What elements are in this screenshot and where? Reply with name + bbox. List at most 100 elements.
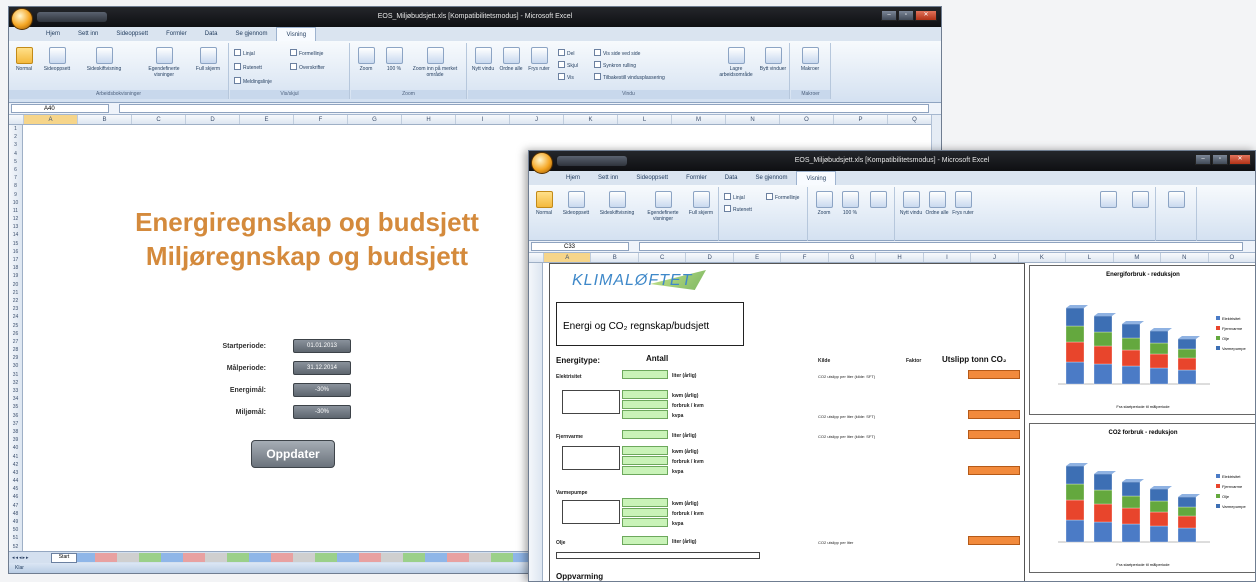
row-header[interactable]: 22: [9, 297, 22, 305]
row-header[interactable]: [529, 460, 542, 468]
input-cell[interactable]: [622, 518, 668, 527]
tab-sett-inn[interactable]: Sett inn: [69, 27, 107, 41]
row-header[interactable]: [529, 271, 542, 279]
column-header[interactable]: J: [970, 253, 1017, 262]
row-header[interactable]: 41: [9, 453, 22, 461]
column-header[interactable]: B: [590, 253, 637, 262]
row-header[interactable]: 33: [9, 387, 22, 395]
custom-views-button[interactable]: Egendefinerte visninger: [641, 191, 685, 222]
row-header[interactable]: 16: [9, 248, 22, 256]
row-header[interactable]: [529, 329, 542, 337]
row-header[interactable]: 18: [9, 264, 22, 272]
ruler-checkbox[interactable]: Linjal: [724, 193, 745, 201]
new-window-button[interactable]: Nytt vindu: [898, 191, 924, 216]
excel-window-budget[interactable]: EOS_Miljøbudsjett.xls [Kompatibilitetsmo…: [528, 150, 1256, 582]
row-header[interactable]: [529, 312, 542, 320]
row-header[interactable]: 52: [9, 543, 22, 551]
tab-hjem[interactable]: Hjem: [557, 171, 589, 185]
tab-se-gjennom[interactable]: Se gjennom: [746, 171, 796, 185]
column-header[interactable]: L: [617, 115, 671, 124]
new-window-button[interactable]: Nytt vindu: [470, 47, 496, 72]
input-cell[interactable]: [622, 498, 668, 507]
save-workspace-button[interactable]: Lagre arbeidsområde: [716, 47, 756, 78]
tab-se-gjennom[interactable]: Se gjennom: [226, 27, 276, 41]
minimize-icon[interactable]: –: [1195, 154, 1211, 165]
zoom-button[interactable]: Zoom: [811, 191, 837, 216]
row-header[interactable]: 38: [9, 428, 22, 436]
row-header[interactable]: [529, 435, 542, 443]
column-header[interactable]: N: [725, 115, 779, 124]
row-header[interactable]: [529, 304, 542, 312]
message-bar-checkbox[interactable]: Meldingslinje: [234, 77, 272, 85]
side-by-side-button[interactable]: Vis side ved side: [594, 49, 640, 57]
row-header[interactable]: [529, 353, 542, 361]
name-box[interactable]: A40: [11, 104, 109, 113]
freeze-panes-button[interactable]: Frys ruter: [526, 47, 552, 72]
input-cell[interactable]: [622, 466, 668, 475]
input-cell[interactable]: [622, 400, 668, 409]
formula-bar-checkbox[interactable]: Formellinje: [290, 49, 323, 57]
custom-views-button[interactable]: Egendefinerte visninger: [139, 47, 189, 78]
row-header[interactable]: 5: [9, 158, 22, 166]
column-header[interactable]: G: [827, 253, 875, 262]
row-header[interactable]: [529, 550, 542, 558]
input-cell[interactable]: [622, 410, 668, 419]
sync-scroll-button[interactable]: Synkron rulling: [594, 61, 636, 69]
row-header[interactable]: 34: [9, 395, 22, 403]
row-header[interactable]: 3: [9, 141, 22, 149]
row-header[interactable]: [529, 443, 542, 451]
column-header[interactable]: M: [1112, 253, 1160, 262]
tab-hjem[interactable]: Hjem: [37, 27, 69, 41]
row-header[interactable]: 1: [9, 125, 22, 133]
input-cell[interactable]: [622, 446, 668, 455]
row-header[interactable]: [529, 558, 542, 566]
row-header[interactable]: 23: [9, 305, 22, 313]
switch-windows-button[interactable]: Bytt vinduer: [758, 47, 788, 72]
row-header[interactable]: 44: [9, 477, 22, 485]
column-header[interactable]: E: [239, 115, 293, 124]
zoom-button[interactable]: Zoom: [353, 47, 379, 72]
row-header[interactable]: [529, 345, 542, 353]
gridlines-checkbox[interactable]: Rutenett: [234, 63, 262, 71]
hide-button[interactable]: Skjul: [558, 61, 578, 69]
row-header[interactable]: 51: [9, 534, 22, 542]
row-header[interactable]: [529, 394, 542, 402]
row-header[interactable]: [529, 500, 542, 508]
input-cell[interactable]: [622, 390, 668, 399]
column-header[interactable]: D: [185, 115, 239, 124]
save-workspace-button[interactable]: [1092, 191, 1124, 210]
row-header[interactable]: 26: [9, 330, 22, 338]
column-header[interactable]: I: [455, 115, 509, 124]
name-box[interactable]: C33: [531, 242, 629, 251]
row-header[interactable]: [529, 476, 542, 484]
row-header[interactable]: 12: [9, 215, 22, 223]
split-button[interactable]: Del: [558, 49, 575, 57]
row-header[interactable]: 2: [9, 133, 22, 141]
row-header[interactable]: 7: [9, 174, 22, 182]
row-header[interactable]: 50: [9, 526, 22, 534]
formula-input[interactable]: [119, 104, 929, 113]
row-header[interactable]: [529, 541, 542, 549]
co2-chart[interactable]: CO2 forbruk - reduksjon Elektrisitet Fjer…: [1029, 423, 1255, 573]
tab-data[interactable]: Data: [196, 27, 227, 41]
formula-bar-checkbox[interactable]: Formellinje: [766, 193, 799, 201]
row-header[interactable]: 15: [9, 240, 22, 248]
office-button-icon[interactable]: [531, 152, 553, 174]
page-break-button[interactable]: Sideskiftvisning: [595, 191, 639, 216]
tab-sett-inn[interactable]: Sett inn: [589, 171, 627, 185]
row-header[interactable]: [529, 320, 542, 328]
row-header[interactable]: 39: [9, 436, 22, 444]
column-header[interactable]: C: [131, 115, 185, 124]
zoom-selection-button[interactable]: Zoom inn på merket område: [409, 47, 461, 78]
input-cell[interactable]: [622, 508, 668, 517]
input-cell[interactable]: [622, 456, 668, 465]
start-period-value[interactable]: 01.01.2013: [293, 339, 351, 353]
row-header[interactable]: [529, 451, 542, 459]
headings-checkbox[interactable]: Overskrifter: [290, 63, 325, 71]
row-header[interactable]: [529, 369, 542, 377]
office-button-icon[interactable]: [11, 8, 33, 30]
row-header[interactable]: 20: [9, 281, 22, 289]
row-header[interactable]: [529, 386, 542, 394]
row-header[interactable]: 10: [9, 199, 22, 207]
maximize-icon[interactable]: ▫: [898, 10, 914, 21]
